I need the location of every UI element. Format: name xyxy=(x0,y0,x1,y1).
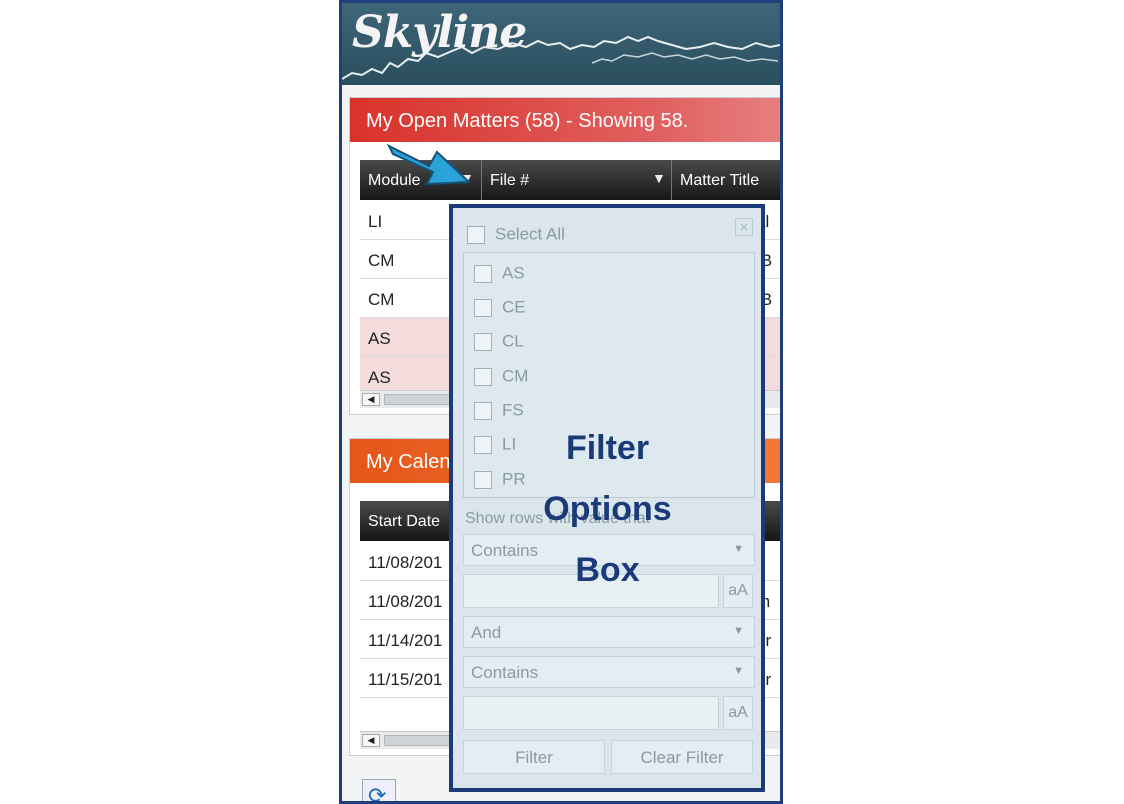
scroll-left-icon[interactable]: ◀ xyxy=(362,393,380,406)
cell-start-date: 11/14/201 xyxy=(368,631,443,650)
option-checkbox[interactable] xyxy=(474,298,492,317)
skyline-banner: Skyline xyxy=(342,3,780,85)
option-label: CE xyxy=(502,297,526,317)
skyline-logo: Skyline xyxy=(352,7,527,58)
filter-option[interactable]: LI xyxy=(474,434,516,455)
option-checkbox[interactable] xyxy=(474,332,492,351)
column-file-label: File # xyxy=(490,172,530,189)
operator-dropdown-2[interactable]: Contains ▼ xyxy=(463,656,755,688)
funnel-icon[interactable]: ▼ xyxy=(652,170,666,186)
filter-option[interactable]: CE xyxy=(474,297,526,318)
chevron-down-icon: ▼ xyxy=(733,625,744,637)
cell-start-date: 11/08/201 xyxy=(368,553,443,572)
column-start-date-label: Start Date xyxy=(368,513,441,530)
chevron-down-icon: ▼ xyxy=(733,665,744,677)
select-all-checkbox[interactable] xyxy=(467,225,485,244)
option-checkbox[interactable] xyxy=(474,435,492,454)
cell-module: CM xyxy=(368,290,395,309)
column-file-header[interactable]: File # ▼ xyxy=(482,160,672,200)
filter-option[interactable]: FS xyxy=(474,400,524,421)
cell-module: AS xyxy=(368,368,391,387)
filter-value-input-2[interactable] xyxy=(463,696,719,730)
match-case-button-2[interactable]: aA xyxy=(723,696,753,730)
refresh-button[interactable]: ⟳ xyxy=(362,779,396,804)
cell-start-date: 11/15/201 xyxy=(368,670,443,689)
option-checkbox[interactable] xyxy=(474,367,492,386)
caption-line-3: Box xyxy=(575,551,640,589)
option-label: FS xyxy=(502,400,524,420)
filter-option[interactable]: CM xyxy=(474,366,528,387)
filter-option[interactable]: CL xyxy=(474,331,524,352)
option-checkbox[interactable] xyxy=(474,470,492,489)
filter-option[interactable]: PR xyxy=(474,469,526,490)
join-value: And xyxy=(471,623,502,642)
refresh-icon: ⟳ xyxy=(368,784,387,804)
cell-module: LI xyxy=(368,212,383,231)
caption-line-1: Filter xyxy=(565,429,650,467)
option-label: LI xyxy=(502,434,517,454)
cell-module: AS xyxy=(368,329,391,348)
close-icon[interactable]: × xyxy=(735,218,753,236)
chevron-down-icon: ▼ xyxy=(733,543,744,555)
select-all-label: Select All xyxy=(495,224,565,244)
match-case-button-1[interactable]: aA xyxy=(723,574,753,608)
option-checkbox[interactable] xyxy=(474,264,492,283)
scroll-left-icon[interactable]: ◀ xyxy=(362,734,380,747)
filter-option[interactable]: AS xyxy=(474,263,525,284)
option-label: AS xyxy=(502,263,525,283)
option-label: CM xyxy=(502,366,529,386)
option-label: CL xyxy=(502,331,524,351)
operator-2-value: Contains xyxy=(471,663,539,682)
cell-start-date: 11/08/201 xyxy=(368,592,443,611)
arrow-pointer-icon xyxy=(386,143,472,186)
select-all-option[interactable]: Select All xyxy=(467,224,565,245)
filter-button[interactable]: Filter xyxy=(463,740,605,774)
caption-line-2: Options xyxy=(543,490,672,528)
option-checkbox[interactable] xyxy=(474,401,492,420)
cell-module: CM xyxy=(368,251,395,270)
filter-options-caption: Filter Options Box xyxy=(520,418,695,601)
column-matter-title-header[interactable]: Matter Title xyxy=(672,160,780,200)
clear-filter-button[interactable]: Clear Filter xyxy=(611,740,753,774)
join-dropdown[interactable]: And ▼ xyxy=(463,616,755,648)
column-matter-title-label: Matter Title xyxy=(680,172,760,189)
